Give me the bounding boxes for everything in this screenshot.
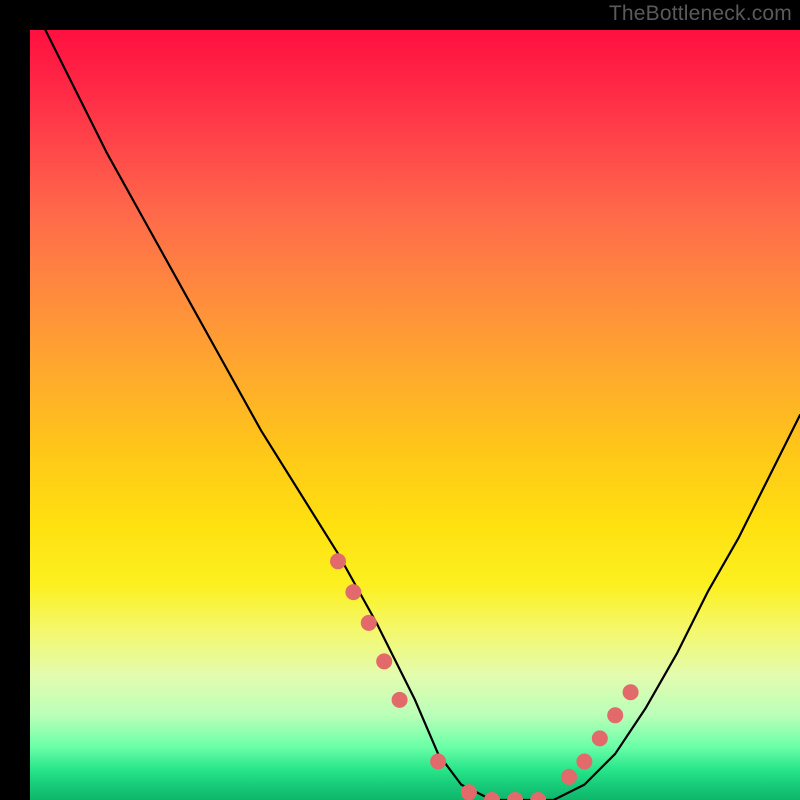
curve-marker: [592, 730, 608, 746]
bottleneck-curve: [45, 30, 800, 800]
chart-svg: [30, 30, 800, 800]
plot-area: [30, 30, 800, 800]
curve-marker: [484, 792, 500, 800]
curve-marker: [430, 754, 446, 770]
curve-markers: [330, 553, 639, 800]
curve-marker: [576, 754, 592, 770]
curve-marker: [330, 553, 346, 569]
curve-marker: [530, 792, 546, 800]
attribution-text: TheBottleneck.com: [609, 2, 792, 26]
curve-marker: [607, 707, 623, 723]
curve-marker: [507, 792, 523, 800]
curve-marker: [376, 653, 392, 669]
curve-marker: [361, 615, 377, 631]
curve-marker: [461, 784, 477, 800]
curve-marker: [623, 684, 639, 700]
curve-marker: [392, 692, 408, 708]
curve-marker: [345, 584, 361, 600]
curve-marker: [561, 769, 577, 785]
